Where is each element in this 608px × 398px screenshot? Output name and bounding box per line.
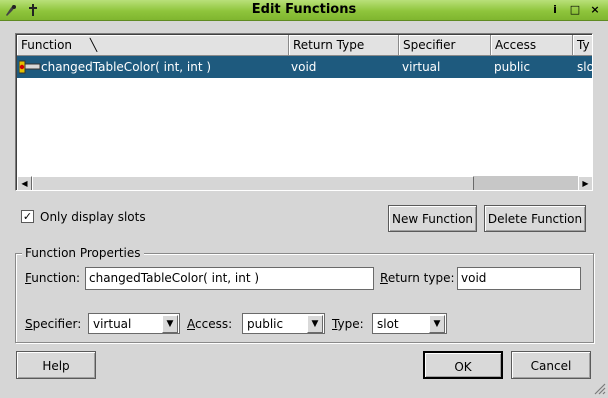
return-type-label: Return type: bbox=[380, 271, 455, 285]
chevron-down-icon[interactable]: ▼ bbox=[429, 315, 445, 333]
type-label: Type: bbox=[332, 317, 364, 331]
new-function-label: New Function bbox=[391, 212, 474, 226]
chevron-down-icon[interactable]: ▼ bbox=[162, 315, 178, 333]
specifier-label: Specifier: bbox=[25, 317, 82, 331]
maximize-button[interactable]: □ bbox=[568, 3, 582, 17]
cancel-button-label: Cancel bbox=[530, 359, 572, 373]
help-button[interactable]: Help bbox=[16, 351, 96, 379]
column-header-type[interactable]: Ty bbox=[573, 35, 592, 56]
specifier-combobox[interactable]: virtual ▼ bbox=[88, 313, 180, 334]
sort-indicator-icon: ╲ bbox=[89, 38, 98, 52]
specifier-value: virtual bbox=[93, 317, 132, 331]
cell-type: slot bbox=[577, 60, 592, 74]
delete-function-button[interactable]: Delete Function bbox=[484, 205, 586, 232]
column-header-function[interactable]: Function ╲ bbox=[17, 35, 289, 56]
function-name-value: changedTableColor( int, int ) bbox=[89, 271, 260, 285]
type-value: slot bbox=[377, 317, 399, 331]
help-button-label: Help bbox=[42, 359, 70, 373]
resize-grip-icon[interactable] bbox=[592, 381, 606, 395]
function-name-input[interactable]: changedTableColor( int, int ) bbox=[85, 267, 374, 290]
access-label: Access: bbox=[187, 317, 233, 331]
only-display-slots-label: Only display slots bbox=[40, 210, 146, 224]
slot-icon bbox=[18, 59, 41, 78]
column-header-return-type[interactable]: Return Type bbox=[289, 35, 399, 56]
window-title: Edit Functions bbox=[251, 2, 357, 17]
close-button[interactable]: × bbox=[588, 3, 602, 17]
scroll-left-icon[interactable]: ◀ bbox=[17, 176, 32, 190]
cell-return-type: void bbox=[291, 60, 317, 74]
new-function-button[interactable]: New Function bbox=[388, 205, 477, 232]
return-type-value: void bbox=[461, 271, 487, 285]
title-bar[interactable]: Edit Functions i □ × bbox=[0, 0, 608, 21]
help-title-button[interactable]: i bbox=[548, 3, 562, 17]
ok-button[interactable]: OK bbox=[423, 351, 503, 379]
column-label-function: Function bbox=[21, 38, 73, 52]
type-combobox[interactable]: slot ▼ bbox=[372, 313, 447, 334]
access-combobox[interactable]: public ▼ bbox=[242, 313, 325, 334]
return-type-input[interactable]: void bbox=[457, 267, 581, 290]
scrollbar-thumb[interactable] bbox=[32, 176, 474, 190]
only-display-slots-checkbox[interactable]: ✓ bbox=[21, 210, 34, 223]
column-header-specifier[interactable]: Specifier bbox=[399, 35, 491, 56]
function-properties-title: Function Properties bbox=[22, 246, 144, 260]
table-row[interactable]: changedTableColor( int, int ) void virtu… bbox=[17, 56, 592, 78]
cell-specifier: virtual bbox=[402, 60, 441, 74]
scroll-right-icon[interactable]: ▶ bbox=[578, 176, 592, 190]
function-field-label: Function: bbox=[25, 271, 81, 285]
cell-access: public bbox=[494, 60, 531, 74]
horizontal-scrollbar[interactable]: ◀ ▶ bbox=[17, 176, 592, 190]
ok-button-label: OK bbox=[454, 360, 472, 374]
access-value: public bbox=[247, 317, 284, 331]
cancel-button[interactable]: Cancel bbox=[511, 351, 591, 379]
delete-function-label: Delete Function bbox=[487, 212, 583, 226]
functions-list[interactable]: Function ╲ Return Type Specifier Access … bbox=[15, 33, 593, 191]
column-header-access[interactable]: Access bbox=[491, 35, 573, 56]
cell-function: changedTableColor( int, int ) bbox=[41, 60, 212, 74]
chevron-down-icon[interactable]: ▼ bbox=[307, 315, 323, 333]
